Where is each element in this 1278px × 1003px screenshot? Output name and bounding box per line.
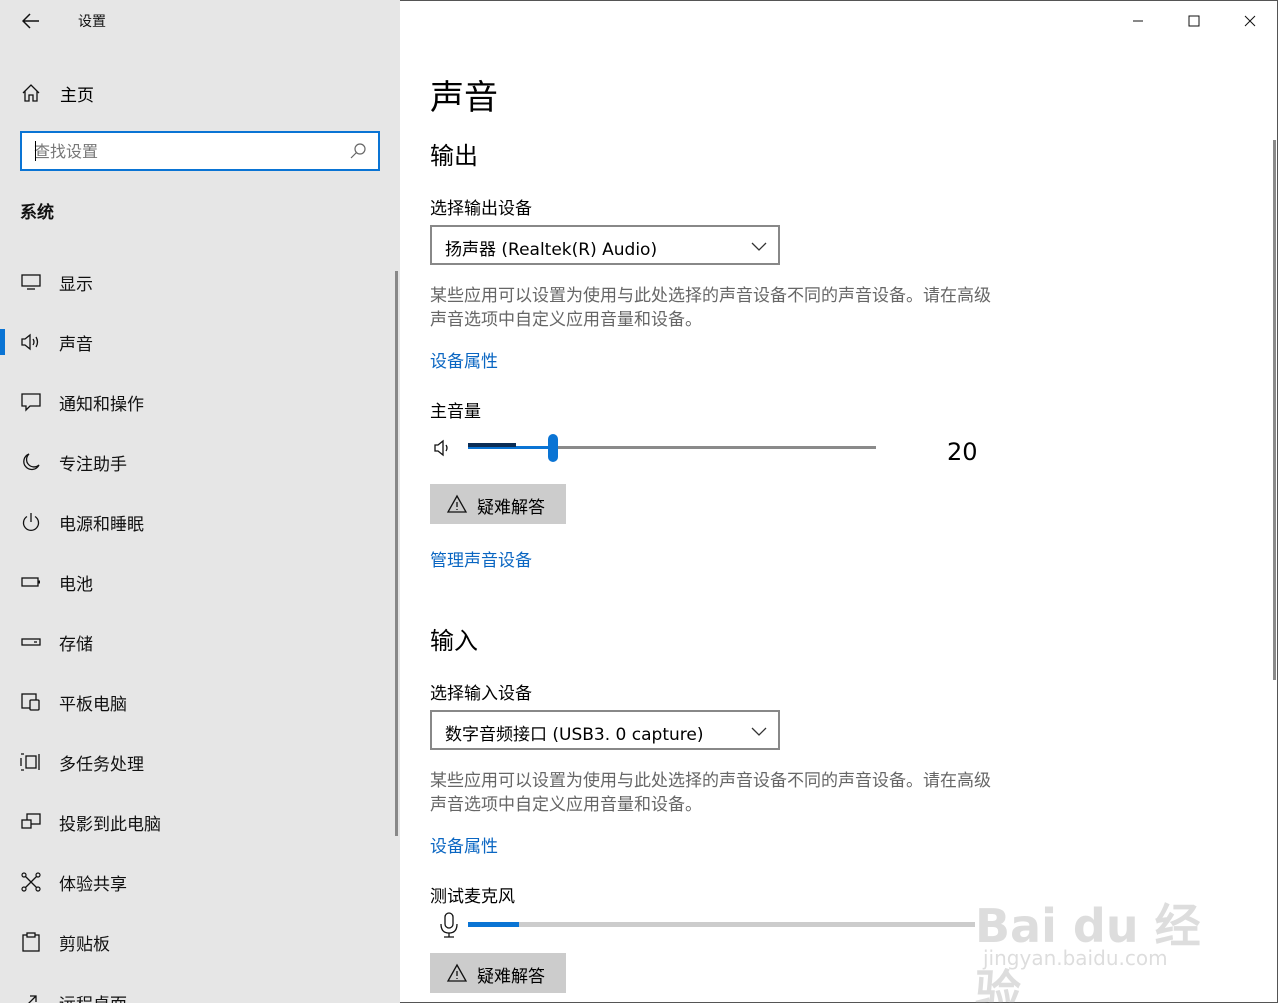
monitor-icon: [19, 270, 43, 294]
sidebar-item-label: 电源和睡眠: [59, 514, 144, 535]
multitask-icon: [19, 750, 43, 774]
input-device-dropdown[interactable]: 数字音频接口 (USB3. 0 capture): [430, 710, 780, 750]
app-title: 设置: [78, 14, 106, 30]
input-device-properties-link[interactable]: 设备属性: [430, 832, 498, 857]
test-mic-label: 测试麦克风: [430, 887, 515, 907]
sidebar: 设置 主页 系统 显示 声音 通知和操作 专注助手: [0, 0, 400, 1003]
chevron-down-icon: [750, 722, 768, 740]
input-heading: 输入: [430, 627, 478, 655]
volume-icon[interactable]: [432, 437, 454, 459]
output-select-label: 选择输出设备: [430, 199, 532, 219]
sidebar-item-clipboard[interactable]: 剪贴板: [0, 912, 396, 972]
output-heading: 输出: [430, 142, 478, 170]
home-label: 主页: [60, 85, 94, 106]
sidebar-item-label: 多任务处理: [59, 754, 144, 775]
sidebar-item-label: 远程桌面: [59, 990, 127, 1003]
sidebar-item-storage[interactable]: 存储: [0, 612, 396, 672]
warning-icon: [446, 962, 468, 984]
sidebar-item-label: 体验共享: [59, 874, 127, 895]
home-icon: [20, 82, 42, 104]
output-device-properties-link[interactable]: 设备属性: [430, 347, 498, 372]
output-description: 某些应用可以设置为使用与此处选择的声音设备不同的声音设备。请在高级声音选项中自定…: [430, 286, 991, 330]
main-content: 声音 输出 选择输出设备 扬声器 (Realtek(R) Audio) 某些应用…: [400, 0, 1276, 1003]
section-title: 系统: [20, 203, 54, 223]
watermark-url: jingyan.baidu.com: [983, 946, 1168, 970]
notification-icon: [19, 390, 43, 414]
sidebar-item-label: 平板电脑: [59, 694, 127, 715]
sidebar-item-label: 专注助手: [59, 454, 127, 475]
manage-sound-devices-link[interactable]: 管理声音设备: [430, 546, 532, 571]
baidu-watermark: Bai du 经验 jingyan.baidu.com: [975, 862, 1225, 1003]
sidebar-item-label: 通知和操作: [59, 394, 144, 415]
sidebar-item-display[interactable]: 显示: [0, 252, 396, 312]
volume-slider[interactable]: [468, 434, 876, 462]
storage-icon: [19, 630, 43, 654]
input-select-label: 选择输入设备: [430, 684, 532, 704]
warning-icon: [446, 493, 468, 515]
output-device-dropdown[interactable]: 扬声器 (Realtek(R) Audio): [430, 225, 780, 265]
sidebar-item-power-sleep[interactable]: 电源和睡眠: [0, 492, 396, 552]
sidebar-item-shared-experiences[interactable]: 体验共享: [0, 852, 396, 912]
search-icon[interactable]: [348, 141, 368, 161]
sidebar-item-label: 存储: [59, 634, 93, 655]
chevron-down-icon: [750, 237, 768, 255]
main-scrollbar[interactable]: [1273, 140, 1276, 680]
sidebar-item-notifications[interactable]: 通知和操作: [0, 372, 396, 432]
text-caret: [35, 141, 36, 161]
input-device-value: 数字音频接口 (USB3. 0 capture): [445, 725, 704, 745]
mic-level-meter: [468, 922, 975, 927]
moon-icon: [19, 450, 43, 474]
volume-peak-meter: [468, 443, 516, 447]
volume-value: 20: [947, 438, 978, 466]
clipboard-icon: [19, 930, 43, 954]
search-box[interactable]: [20, 131, 380, 171]
tablet-icon: [19, 690, 43, 714]
input-troubleshoot-button[interactable]: 疑难解答: [430, 953, 566, 993]
sidebar-item-multitasking[interactable]: 多任务处理: [0, 732, 396, 792]
sidebar-item-label: 声音: [59, 334, 93, 355]
sidebar-item-label: 剪贴板: [59, 934, 110, 955]
share-icon: [19, 870, 43, 894]
remote-desktop-icon: [19, 990, 43, 1003]
speaker-icon: [19, 330, 43, 354]
output-troubleshoot-button[interactable]: 疑难解答: [430, 484, 566, 524]
microphone-icon: [438, 911, 460, 939]
sidebar-item-project[interactable]: 投影到此电脑: [0, 792, 396, 852]
volume-thumb[interactable]: [548, 434, 558, 462]
input-description: 某些应用可以设置为使用与此处选择的声音设备不同的声音设备。请在高级声音选项中自定…: [430, 771, 991, 815]
project-icon: [19, 810, 43, 834]
troubleshoot-label: 疑难解答: [477, 498, 545, 518]
page-title: 声音: [430, 78, 498, 118]
volume-label: 主音量: [430, 402, 481, 422]
sidebar-item-battery[interactable]: 电池: [0, 552, 396, 612]
sidebar-item-focus-assist[interactable]: 专注助手: [0, 432, 396, 492]
sidebar-item-sound[interactable]: 声音: [0, 312, 396, 372]
search-input[interactable]: [34, 140, 334, 162]
sidebar-item-tablet[interactable]: 平板电脑: [0, 672, 396, 732]
sidebar-item-home[interactable]: 主页: [0, 76, 380, 110]
sidebar-nav: 显示 声音 通知和操作 专注助手 电源和睡眠 电池 存储 平板电脑 多任务处理 …: [0, 252, 396, 1003]
output-device-value: 扬声器 (Realtek(R) Audio): [445, 240, 658, 260]
sidebar-item-label: 电池: [59, 574, 93, 595]
arrow-left-icon[interactable]: [18, 9, 44, 33]
sidebar-scrollbar[interactable]: [395, 271, 398, 836]
sidebar-item-remote-desktop[interactable]: 远程桌面: [0, 972, 396, 1003]
sidebar-item-label: 投影到此电脑: [59, 814, 161, 835]
sidebar-item-label: 显示: [59, 274, 93, 295]
mic-level-fill: [468, 922, 519, 927]
power-icon: [19, 510, 43, 534]
troubleshoot-label: 疑难解答: [477, 967, 545, 987]
battery-icon: [19, 570, 43, 594]
active-indicator: [0, 329, 5, 355]
